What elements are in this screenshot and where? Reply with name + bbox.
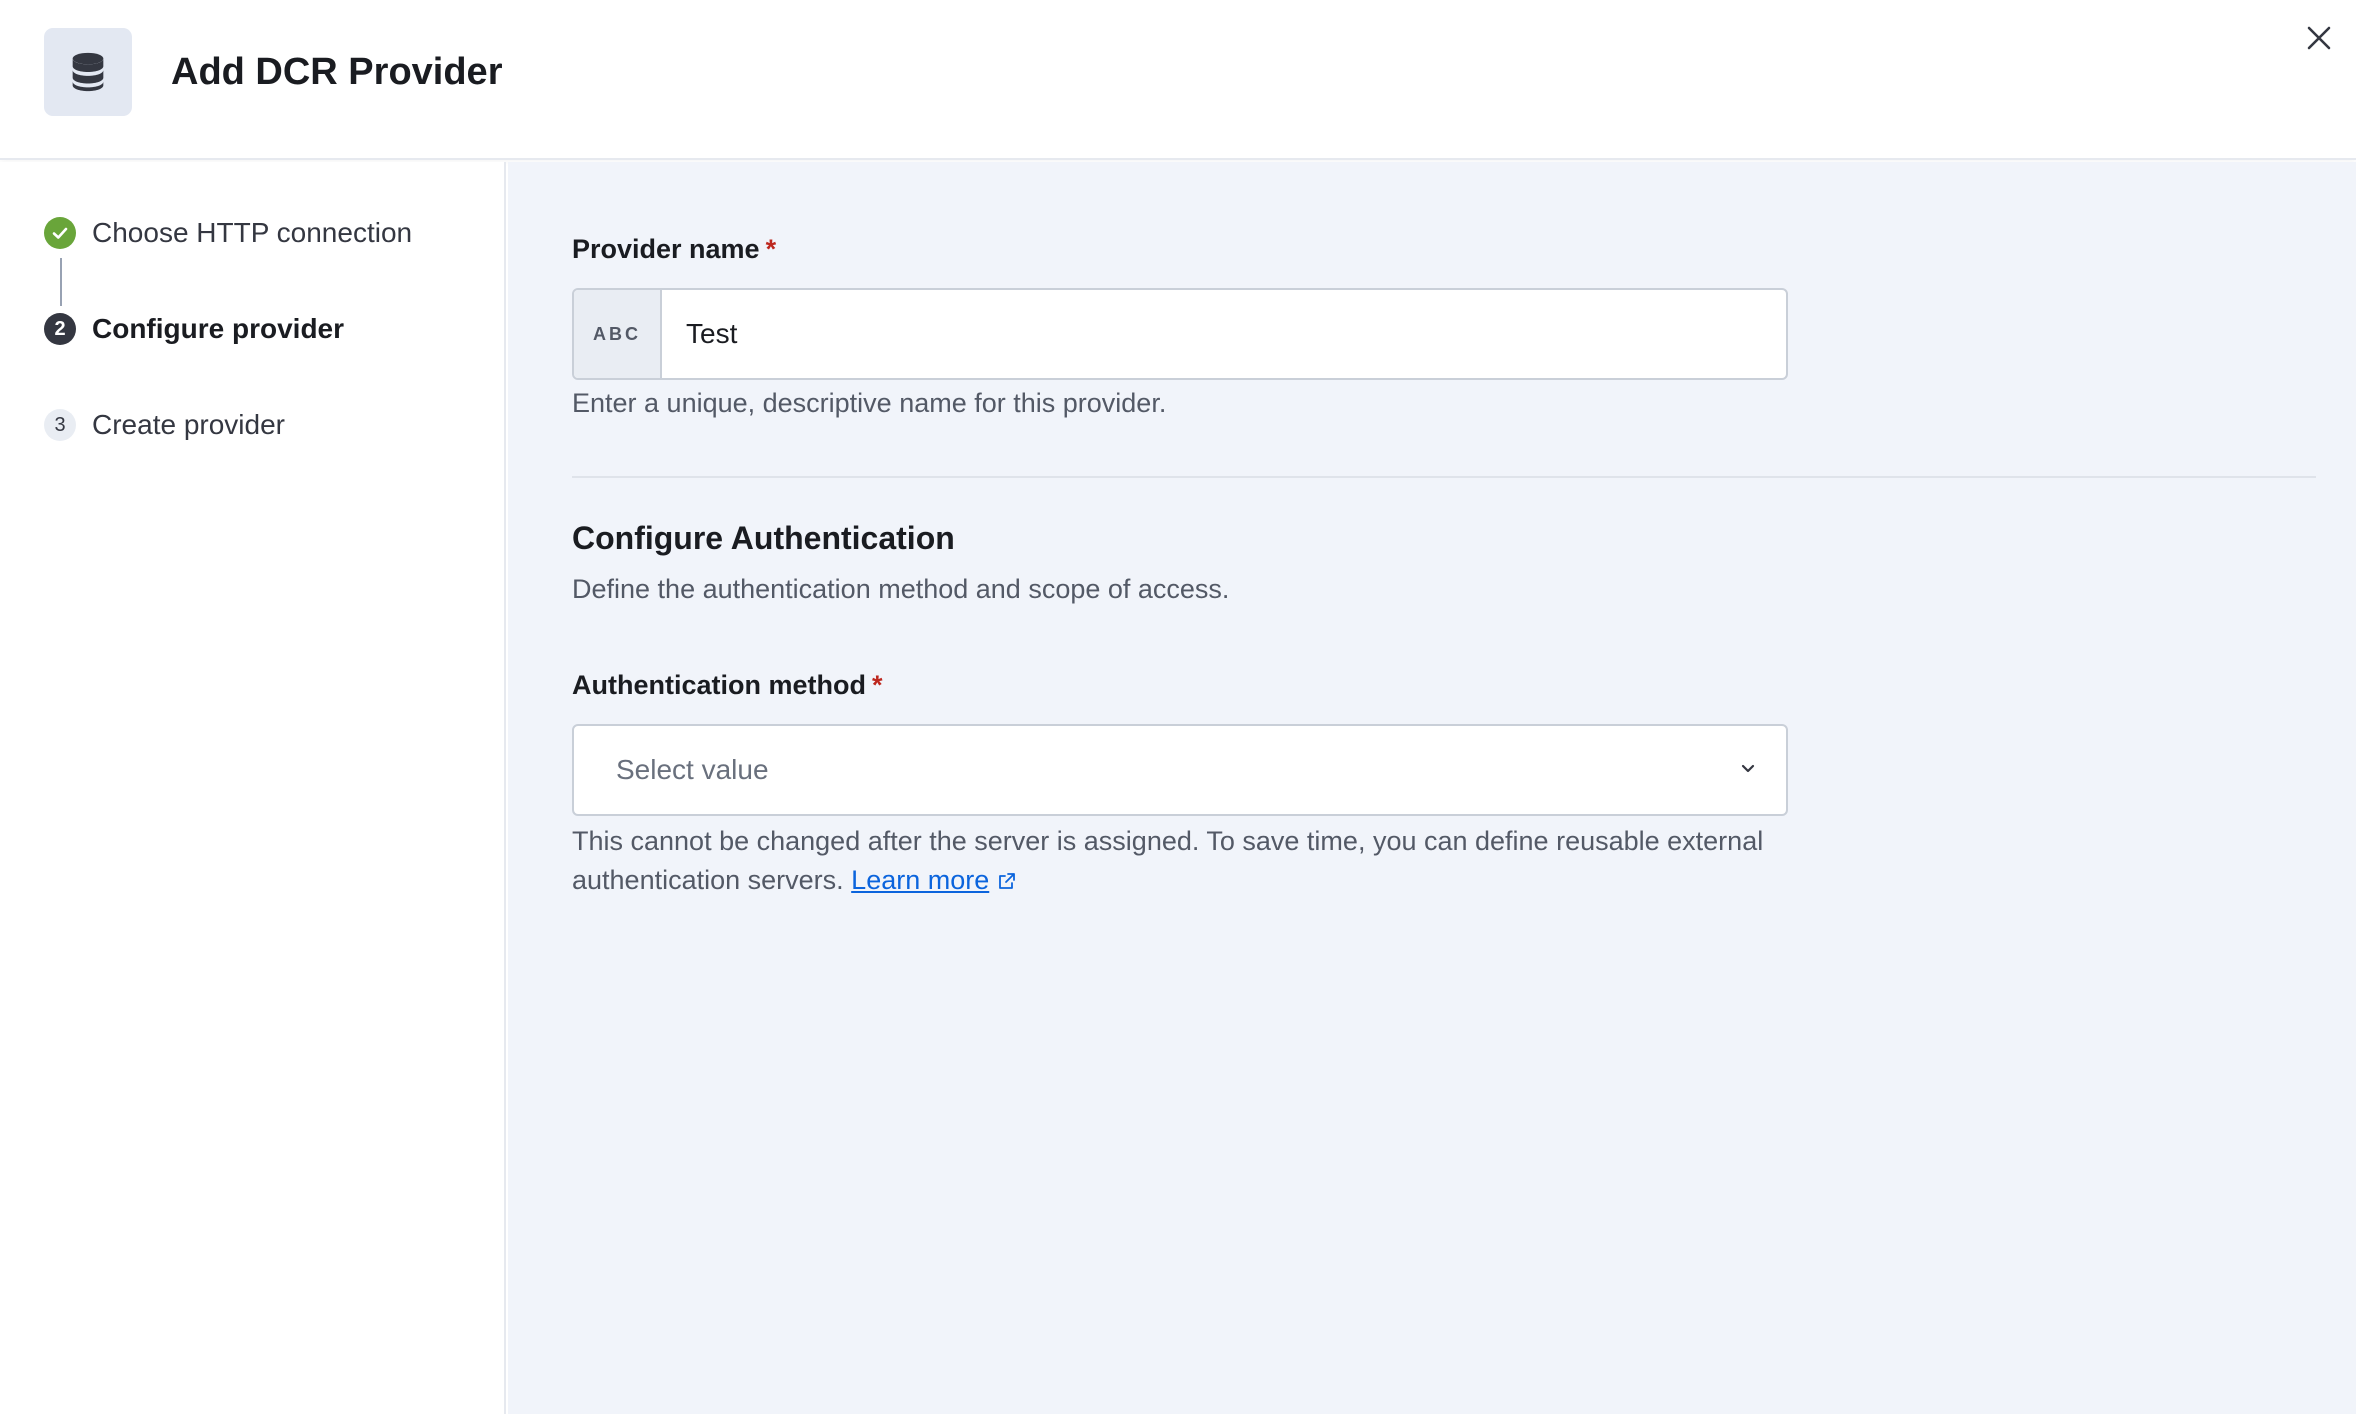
- step-create-provider[interactable]: 3 Create provider: [44, 408, 285, 442]
- provider-name-label: Provider name *: [572, 234, 777, 264]
- section-divider: [572, 476, 2316, 478]
- step-label: Create provider: [92, 409, 285, 440]
- steps-sidebar: [0, 162, 506, 1414]
- section-description: Define the authentication method and sco…: [572, 574, 1230, 604]
- flyout-header: Add DCR Provider: [0, 0, 2356, 160]
- auth-method-label: Authentication method *: [572, 670, 883, 700]
- section-title: Configure Authentication: [572, 520, 955, 556]
- step-connector: [60, 258, 62, 306]
- step-number-badge: 3: [44, 409, 76, 441]
- required-marker: *: [765, 234, 777, 264]
- close-icon[interactable]: [2305, 24, 2333, 52]
- required-marker: *: [871, 670, 883, 700]
- form-panel: Provider name* ABC Enter a unique, descr…: [508, 162, 2356, 1414]
- auth-method-select[interactable]: Select value: [572, 724, 1788, 816]
- select-placeholder: Select value: [616, 754, 769, 785]
- step-configure-provider[interactable]: 2 Configure provider: [44, 312, 344, 346]
- provider-name-help: Enter a unique, descriptive name for thi…: [572, 388, 1167, 418]
- provider-name-field[interactable]: ABC: [572, 288, 1788, 380]
- external-link-icon: [997, 863, 1017, 902]
- check-icon: [44, 217, 76, 249]
- chevron-down-icon: [1738, 758, 1758, 783]
- step-choose-http-connection[interactable]: Choose HTTP connection: [44, 216, 412, 250]
- auth-method-help: This cannot be changed after the server …: [572, 822, 1763, 902]
- learn-more-link[interactable]: Learn more: [851, 865, 1017, 895]
- step-number-badge: 2: [44, 313, 76, 345]
- database-icon: [44, 28, 132, 116]
- step-label: Configure provider: [92, 313, 345, 344]
- text-type-icon: ABC: [574, 290, 662, 378]
- provider-name-input[interactable]: [662, 290, 1786, 378]
- page-title: Add DCR Provider: [171, 51, 503, 93]
- step-label: Choose HTTP connection: [92, 217, 413, 248]
